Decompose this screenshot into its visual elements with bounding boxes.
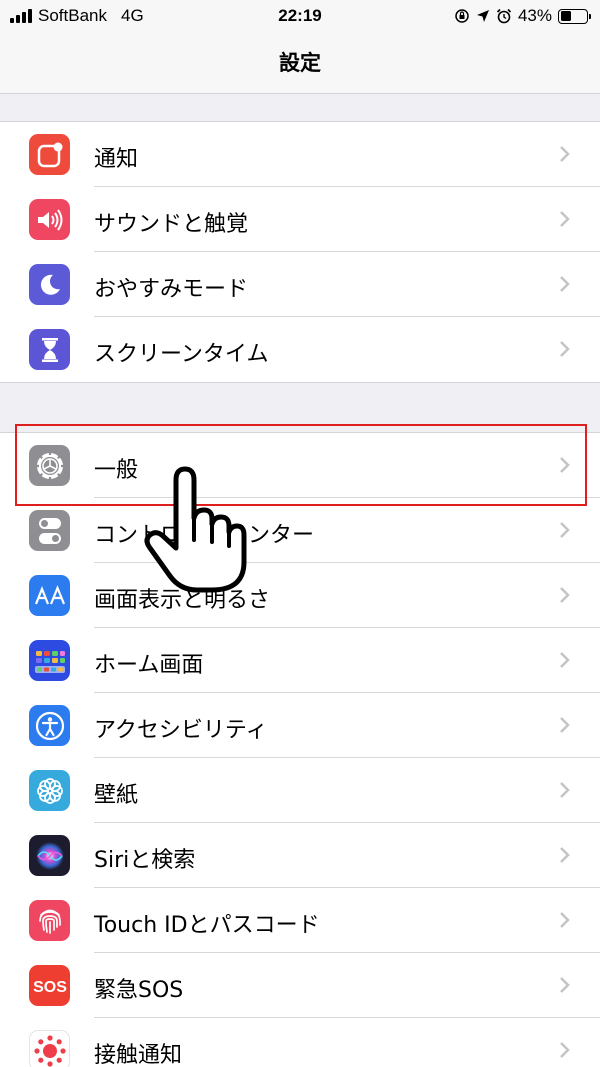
settings-row-siri-search[interactable]: Siriと検索 bbox=[0, 823, 600, 888]
chevron-right-icon bbox=[560, 977, 570, 993]
status-right: 43% bbox=[454, 6, 591, 26]
chevron-right-icon bbox=[560, 522, 570, 538]
settings-row-home-screen[interactable]: ホーム画面 bbox=[0, 628, 600, 693]
settings-group-1: 通知 サウンドと触覚 おやすみモード スクリーンタイム bbox=[0, 121, 600, 383]
notifications-icon bbox=[29, 134, 70, 175]
chevron-right-icon bbox=[560, 782, 570, 798]
settings-row-label: Touch IDとパスコード bbox=[94, 913, 320, 938]
orientation-lock-icon bbox=[455, 9, 469, 23]
settings-row-label: スクリーンタイム bbox=[94, 342, 269, 367]
speaker-icon bbox=[29, 199, 70, 240]
toggles-icon bbox=[29, 510, 70, 551]
settings-group-2: 一般 コントロールセンター 画面表示と明るさ bbox=[0, 432, 600, 1067]
settings-row-label: 緊急SOS bbox=[94, 978, 184, 1003]
settings-row-touch-id-passcode[interactable]: Touch IDとパスコード bbox=[0, 888, 600, 953]
settings-row-label: 接触通知 bbox=[94, 1043, 183, 1067]
settings-row-display-brightness[interactable]: 画面表示と明るさ bbox=[0, 563, 600, 628]
moon-icon bbox=[29, 264, 70, 305]
settings-row-screen-time[interactable]: スクリーンタイム bbox=[0, 317, 600, 382]
chevron-right-icon bbox=[560, 912, 570, 928]
chevron-right-icon bbox=[560, 587, 570, 603]
settings-row-label: サウンドと触覚 bbox=[94, 212, 249, 237]
fingerprint-icon bbox=[29, 900, 70, 941]
hourglass-icon bbox=[29, 329, 70, 370]
navigation-bar: 設定 bbox=[0, 34, 600, 94]
settings-row-label: Siriと検索 bbox=[94, 848, 196, 873]
battery-cap bbox=[589, 13, 591, 19]
settings-row-wallpaper[interactable]: 壁紙 bbox=[0, 758, 600, 823]
chevron-right-icon bbox=[560, 847, 570, 863]
pointing-hand-icon bbox=[144, 466, 247, 593]
settings-row-emergency-sos[interactable]: SOS 緊急SOS bbox=[0, 953, 600, 1018]
settings-row-label: ホーム画面 bbox=[94, 653, 204, 678]
chevron-right-icon bbox=[560, 1042, 570, 1058]
accessibility-icon bbox=[29, 705, 70, 746]
highlight-box bbox=[15, 424, 587, 506]
svg-text:SOS: SOS bbox=[33, 979, 67, 995]
settings-row-accessibility[interactable]: アクセシビリティ bbox=[0, 693, 600, 758]
settings-row-label: おやすみモード bbox=[94, 277, 249, 302]
chevron-right-icon bbox=[560, 652, 570, 668]
chevron-right-icon bbox=[560, 341, 570, 357]
sos-icon: SOS bbox=[29, 965, 70, 1006]
settings-row-label: アクセシビリティ bbox=[94, 718, 268, 743]
chevron-right-icon bbox=[560, 717, 570, 733]
status-bar: SoftBank 4G 22:19 43% bbox=[0, 0, 600, 34]
siri-icon bbox=[29, 835, 70, 876]
exposure-notification-icon bbox=[29, 1030, 70, 1067]
wallpaper-icon bbox=[29, 770, 70, 811]
alarm-icon bbox=[496, 8, 512, 24]
chevron-right-icon bbox=[560, 211, 570, 227]
battery-percent: 43% bbox=[517, 6, 552, 25]
home-screen-icon bbox=[29, 640, 70, 681]
battery-fill bbox=[560, 11, 572, 21]
page-title: 設定 bbox=[279, 51, 321, 75]
chevron-right-icon bbox=[560, 146, 570, 162]
settings-row-exposure-notification[interactable]: 接触通知 bbox=[0, 1018, 600, 1067]
text-size-icon bbox=[29, 575, 70, 616]
settings-row-notifications[interactable]: 通知 bbox=[0, 122, 600, 187]
settings-row-control-center[interactable]: コントロールセンター bbox=[0, 498, 600, 563]
settings-row-label: 壁紙 bbox=[94, 783, 139, 808]
location-icon bbox=[476, 10, 489, 22]
chevron-right-icon bbox=[560, 276, 570, 292]
settings-row-label: 通知 bbox=[94, 147, 139, 172]
battery-icon bbox=[558, 8, 591, 24]
settings-row-do-not-disturb[interactable]: おやすみモード bbox=[0, 252, 600, 317]
settings-row-sounds[interactable]: サウンドと触覚 bbox=[0, 187, 600, 252]
